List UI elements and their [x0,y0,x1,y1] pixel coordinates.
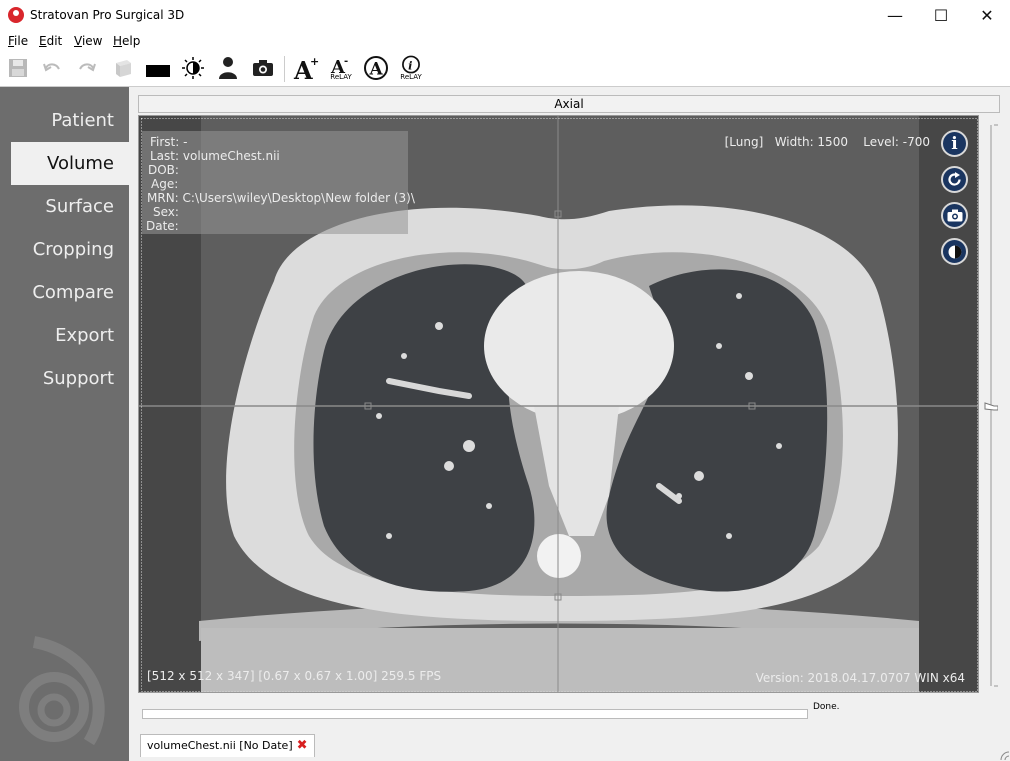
font-increase-icon[interactable]: A + [293,55,319,81]
save-icon[interactable] [5,55,31,81]
view-header-axial[interactable]: Axial [138,95,1000,113]
close-button[interactable]: ✕ [964,0,1010,31]
dob-label: DOB: [148,163,179,177]
sex-label: Sex: [153,205,179,219]
cube-icon[interactable] [110,55,136,81]
info-relay-button[interactable]: i ReLAY [398,55,424,81]
svg-text:-: - [344,56,348,67]
file-tab-label: volumeChest.nii [No Date] [147,739,293,752]
brightness-icon[interactable] [180,55,206,81]
last-value: volumeChest.nii [182,149,280,163]
mrn-label: MRN: [147,191,179,205]
contrast-icon[interactable] [941,238,968,265]
window-title: Stratovan Pro Surgical 3D [30,8,185,22]
maximize-button[interactable]: ☐ [918,0,964,31]
background-black-icon[interactable] [145,55,171,81]
font-circle-icon[interactable]: A [363,55,389,81]
volume-dimensions-readout: [512 x 512 x 347] [0.67 x 0.67 x 1.00] 2… [147,669,442,683]
resize-grip-icon[interactable] [998,749,1010,761]
menu-help[interactable]: Help [113,34,140,48]
reset-icon[interactable] [941,166,968,193]
version-readout: Version: 2018.04.17.0707 WIN x64 [755,671,965,685]
title-bar: Stratovan Pro Surgical 3D — ☐ ✕ [0,0,1010,32]
axial-viewport[interactable]: First: - Last: volumeChest.nii DOB: Age:… [138,115,979,693]
svg-text:A: A [369,60,384,80]
age-label: Age: [151,177,179,191]
menu-view[interactable]: View [74,34,102,48]
sidebar-item-volume[interactable]: Volume [11,142,129,185]
minimize-button[interactable]: — [872,0,918,31]
slice-slider[interactable] [984,123,998,688]
sidebar-item-surface[interactable]: Surface [45,196,114,217]
stratovan-watermark-logo [19,636,105,746]
toolbar-separator [284,56,285,82]
app-logo-icon [8,7,24,23]
patient-info-overlay: First: - Last: volumeChest.nii DOB: Age:… [142,131,415,234]
camera-icon[interactable] [250,55,276,81]
first-label: First: [150,135,180,149]
undo-icon[interactable] [39,55,65,81]
progress-bar [142,709,808,719]
font-decrease-relay-button[interactable]: A- ReLAY [328,55,354,81]
menu-edit[interactable]: Edit [39,34,62,48]
last-label: Last: [150,149,180,163]
sidebar-item-cropping[interactable]: Cropping [33,239,114,260]
close-tab-icon[interactable]: ✖ [297,735,308,757]
toolbar: A + A- ReLAY A i ReLAY [0,51,1010,87]
sidebar-item-patient[interactable]: Patient [51,110,114,131]
patient-icon[interactable] [215,55,241,81]
svg-text:+: + [310,55,319,68]
file-tab[interactable]: volumeChest.nii [No Date] ✖ [140,734,315,757]
menu-file[interactable]: File [8,34,28,48]
window-level-readout: [Lung] Width: 1500 Level: -700 [724,135,930,149]
relay-info-label: ReLAY [400,73,422,81]
svg-text:i: i [408,58,412,72]
sidebar-item-export[interactable]: Export [55,325,114,346]
sidebar-item-support[interactable]: Support [43,368,114,389]
date-label: Date: [146,219,179,233]
relay-label: ReLAY [330,72,352,81]
font-decrease-icon: A- [330,56,348,74]
redo-icon[interactable] [74,55,100,81]
mrn-value: C:\Users\wiley\Desktop\New folder (3)\ [182,191,415,205]
status-text: Done. [813,702,840,712]
sidebar: Patient Volume Surface Cropping Compare … [0,87,129,761]
info-icon[interactable]: i [941,130,968,157]
info-circle-icon: i [402,55,420,74]
sidebar-item-compare[interactable]: Compare [32,282,114,303]
first-value: - [183,135,188,149]
viewport-camera-icon[interactable] [941,202,968,229]
menu-bar: File Edit View Help [0,31,1010,51]
